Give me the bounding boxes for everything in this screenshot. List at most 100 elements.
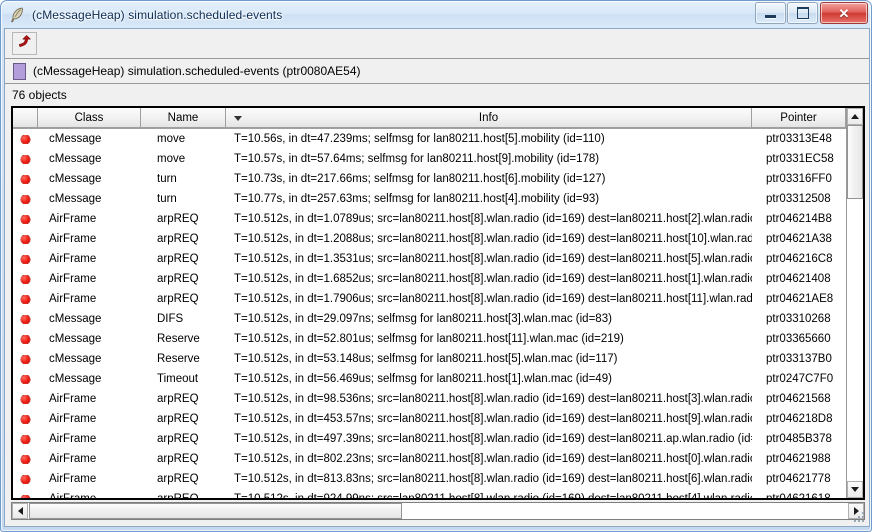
close-button[interactable]: ✕: [820, 2, 868, 24]
message-dot-glyph: [21, 134, 30, 144]
cell-pointer: ptr03365660: [766, 333, 831, 345]
message-dot-icon: [13, 174, 38, 184]
cell-info: T=10.512s, in dt=29.097ns; selfmsg for l…: [234, 313, 612, 325]
vertical-scrollbar-thumb[interactable]: [847, 125, 863, 199]
cell-class: cMessage: [49, 133, 102, 145]
message-dot-icon: [13, 394, 38, 404]
column-header-pointer[interactable]: Pointer: [752, 108, 846, 128]
table-row[interactable]: AirFrame arpREQ T=10.512s, in dt=1.6852us;…: [13, 269, 846, 289]
resize-grip[interactable]: [852, 510, 866, 524]
cell-pointer: ptr04621AE8: [766, 293, 834, 305]
horizontal-scrollbar[interactable]: [11, 502, 865, 520]
table-row[interactable]: AirFrame arpREQ T=10.512s, in dt=1.2088us;…: [13, 229, 846, 249]
cell-pointer: ptr046218D8: [766, 413, 833, 425]
cell-info: T=10.512s, in dt=924.99ns; src=lan80211.…: [226, 489, 752, 498]
maximize-button[interactable]: [787, 2, 818, 24]
cell-info: T=10.77s, in dt=257.63ms; selfmsg for la…: [234, 193, 600, 205]
column-header-icon[interactable]: [13, 108, 38, 128]
title-bar[interactable]: (cMessageHeap) simulation.scheduled-even…: [1, 1, 871, 28]
cell-name: turn: [157, 173, 177, 185]
message-dot-glyph: [21, 494, 30, 498]
message-dot-icon: [13, 194, 38, 204]
cell-class: AirFrame: [38, 489, 141, 498]
scroll-down-button[interactable]: [847, 481, 863, 498]
table-rows-container: cMessage move T=10.56s, in dt=47.239ms; se…: [13, 129, 846, 498]
cell-name: arpREQ: [157, 453, 199, 465]
table-row[interactable]: AirFrame arpREQ T=10.512s, in dt=453.57ns;…: [13, 409, 846, 429]
message-dot-icon: [13, 214, 38, 224]
message-dot-glyph: [21, 154, 30, 164]
scroll-left-button[interactable]: [12, 503, 28, 519]
cell-name: turn: [157, 193, 177, 205]
cell-name: DIFS: [157, 313, 184, 325]
cell-pointer: ptr04621988: [766, 453, 831, 465]
cell-info: T=10.512s, in dt=1.6852us; src=lan80211.…: [234, 273, 752, 285]
table-row[interactable]: AirFrame arpREQ T=10.512s, in dt=98.536ns;…: [13, 389, 846, 409]
window-controls: ✕: [754, 2, 868, 24]
message-dot-icon: [13, 414, 38, 424]
message-dot-glyph: [21, 174, 30, 184]
minimize-button[interactable]: [755, 2, 786, 24]
vertical-scrollbar[interactable]: [846, 108, 863, 498]
cell-class: AirFrame: [49, 433, 97, 445]
cell-class: cMessage: [49, 313, 102, 325]
application-window: (cMessageHeap) simulation.scheduled-even…: [0, 0, 872, 532]
message-dot-glyph: [21, 294, 30, 304]
cell-class: AirFrame: [49, 393, 97, 405]
table-row[interactable]: cMessage move T=10.57s, in dt=57.64ms; sel…: [13, 149, 846, 169]
table-row[interactable]: cMessage DIFS T=10.512s, in dt=29.097ns; s…: [13, 309, 846, 329]
horizontal-scrollbar-thumb[interactable]: [29, 503, 402, 519]
table-row[interactable]: cMessage turn T=10.77s, in dt=257.63ms; se…: [13, 189, 846, 209]
cell-info: T=10.512s, in dt=1.0789us; src=lan80211.…: [234, 213, 752, 225]
message-dot-icon: [13, 354, 38, 364]
message-dot-icon: [13, 294, 38, 304]
table-row[interactable]: cMessage Reserve T=10.512s, in dt=53.148us…: [13, 349, 846, 369]
go-up-button[interactable]: [12, 32, 37, 55]
table-row[interactable]: cMessage move T=10.56s, in dt=47.239ms; se…: [13, 129, 846, 149]
cell-class: cMessage: [49, 173, 102, 185]
table-row[interactable]: cMessage turn T=10.73s, in dt=217.66ms; se…: [13, 169, 846, 189]
table-row[interactable]: AirFrame arpREQ T=10.512s, in dt=497.39ns;…: [13, 429, 846, 449]
message-dot-glyph: [21, 474, 30, 484]
message-dot-glyph: [21, 254, 30, 264]
cell-info: T=10.56s, in dt=47.239ms; selfmsg for la…: [234, 133, 605, 145]
cell-name: arpREQ: [157, 273, 199, 285]
cell-info: T=10.512s, in dt=1.3531us; src=lan80211.…: [234, 253, 752, 265]
sort-descending-icon: [234, 115, 242, 121]
column-header-info[interactable]: Info: [226, 108, 752, 128]
cell-class: cMessage: [49, 153, 102, 165]
cell-info: T=10.73s, in dt=217.66ms; selfmsg for la…: [234, 173, 606, 185]
object-type-swatch-icon: [13, 62, 26, 80]
table-row[interactable]: AirFrame arpREQ T=10.512s, in dt=1.0789us;…: [13, 209, 846, 229]
table-row[interactable]: AirFrame arpREQ T=10.512s, in dt=1.3531us;…: [13, 249, 846, 269]
cell-name: arpREQ: [157, 393, 199, 405]
message-dot-icon: [13, 494, 38, 498]
vertical-scrollbar-track[interactable]: [847, 199, 863, 481]
cell-name: move: [157, 133, 186, 145]
table-row[interactable]: cMessage Timeout T=10.512s, in dt=56.469us…: [13, 369, 846, 389]
objects-table: Class Name Info Pointer cMessage move T=10…: [11, 106, 865, 500]
column-header-class[interactable]: Class: [38, 108, 141, 128]
column-header-name[interactable]: Name: [141, 108, 226, 128]
cell-info: T=10.512s, in dt=52.801us; selfmsg for l…: [234, 333, 624, 345]
scroll-up-button[interactable]: [847, 108, 863, 125]
table-row[interactable]: cMessage Reserve T=10.512s, in dt=52.801us…: [13, 329, 846, 349]
message-dot-icon: [13, 154, 38, 164]
table-row[interactable]: AirFrame arpREQ T=10.512s, in dt=1.7906us;…: [13, 289, 846, 309]
object-header-bar: (cMessageHeap) simulation.scheduled-even…: [5, 59, 869, 84]
client-area: (cMessageHeap) simulation.scheduled-even…: [4, 28, 870, 527]
cell-pointer: ptr0247C7F0: [766, 373, 834, 385]
message-dot-icon: [13, 454, 38, 464]
cell-info: T=10.512s, in dt=1.7906us; src=lan80211.…: [234, 293, 752, 305]
table-row[interactable]: AirFrame arpREQ T=10.512s, in dt=813.83ns;…: [13, 469, 846, 489]
cell-class: AirFrame: [49, 253, 97, 265]
table-row[interactable]: AirFramearpREQT=10.512s, in dt=924.99ns;…: [13, 489, 846, 498]
message-dot-glyph: [21, 454, 30, 464]
message-dot-icon: [13, 254, 38, 264]
close-icon: ✕: [838, 5, 850, 21]
object-count-label: 76 objects: [12, 88, 67, 102]
message-dot-icon: [13, 374, 38, 384]
objects-table-body-area: Class Name Info Pointer cMessage move T=10…: [13, 108, 846, 498]
table-row[interactable]: AirFrame arpREQ T=10.512s, in dt=802.23ns;…: [13, 449, 846, 469]
message-dot-glyph: [21, 414, 30, 424]
